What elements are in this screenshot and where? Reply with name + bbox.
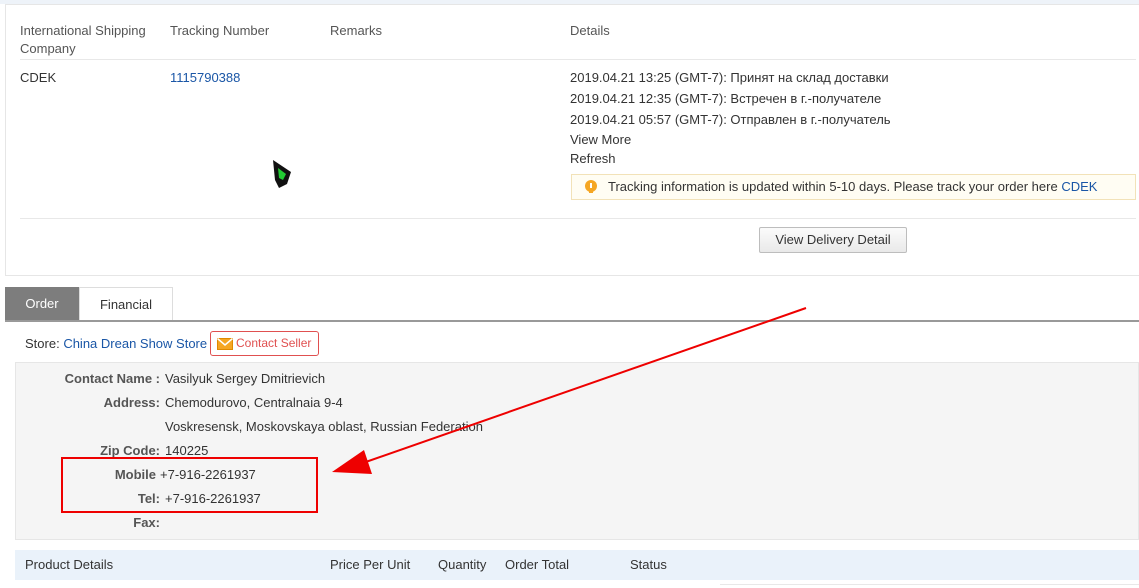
annotation-highlight-box [61, 457, 318, 513]
lightbulb-icon [585, 180, 597, 193]
contact-seller-button[interactable]: Contact Seller [210, 331, 319, 356]
header-divider [20, 59, 1136, 60]
tab-order[interactable]: Order [5, 287, 79, 320]
view-delivery-detail-button[interactable]: View Delivery Detail [759, 227, 907, 253]
col-product-details: Product Details [25, 557, 114, 572]
address-line-1: Chemodurovo, Centralnaia 9-4 [165, 395, 343, 410]
tracking-event: 2019.04.21 05:57 (GMT-7): Отправлен в г.… [570, 112, 891, 127]
zip-value: 140225 [165, 443, 209, 458]
col-status: Status [630, 557, 667, 572]
tab-financial[interactable]: Financial [79, 287, 173, 320]
notice-text: Tracking information is updated within 5… [608, 179, 1058, 194]
envelope-icon [217, 338, 233, 350]
contact-name-label: Contact Name : [64, 371, 160, 386]
store-name-link[interactable]: China Drean Show Store [63, 336, 207, 351]
header-remarks: Remarks [330, 23, 383, 38]
col-price-per-unit: Price Per Unit [330, 557, 411, 572]
fax-label: Fax: [133, 515, 160, 530]
cursor-icon [273, 160, 291, 188]
store-row: Store: China Drean Show Store [25, 336, 207, 352]
tracking-event: 2019.04.21 13:25 (GMT-7): Принят на скла… [570, 70, 889, 85]
header-tracking-number: Tracking Number [170, 23, 270, 38]
contact-seller-label: Contact Seller [236, 336, 312, 350]
tracking-number-link[interactable]: 1115790388 [170, 69, 240, 87]
refresh-link[interactable]: Refresh [570, 150, 616, 168]
zip-label: Zip Code: [100, 443, 160, 458]
tracking-notice: Tracking information is updated within 5… [571, 174, 1136, 200]
shipping-company: CDEK [20, 70, 57, 85]
view-more-link[interactable]: View More [570, 131, 631, 149]
store-label: Store: [25, 336, 60, 351]
contact-name-value: Vasilyuk Sergey Dmitrievich [165, 371, 326, 386]
product-table-header: Product Details Price Per Unit Quantity … [15, 550, 1139, 580]
tracking-event: 2019.04.21 12:35 (GMT-7): Встречен в г.-… [570, 91, 882, 106]
header-shipping-company: International Shipping Company [20, 23, 146, 56]
col-order-total: Order Total [505, 557, 570, 572]
row-divider [20, 218, 1136, 219]
col-quantity: Quantity [438, 557, 487, 572]
annotation-arrow-icon [332, 307, 807, 474]
cdek-link[interactable]: CDEK [1061, 179, 1097, 194]
address-label: Address: [103, 395, 160, 410]
table-divider [720, 584, 1139, 585]
header-details: Details [570, 23, 610, 38]
